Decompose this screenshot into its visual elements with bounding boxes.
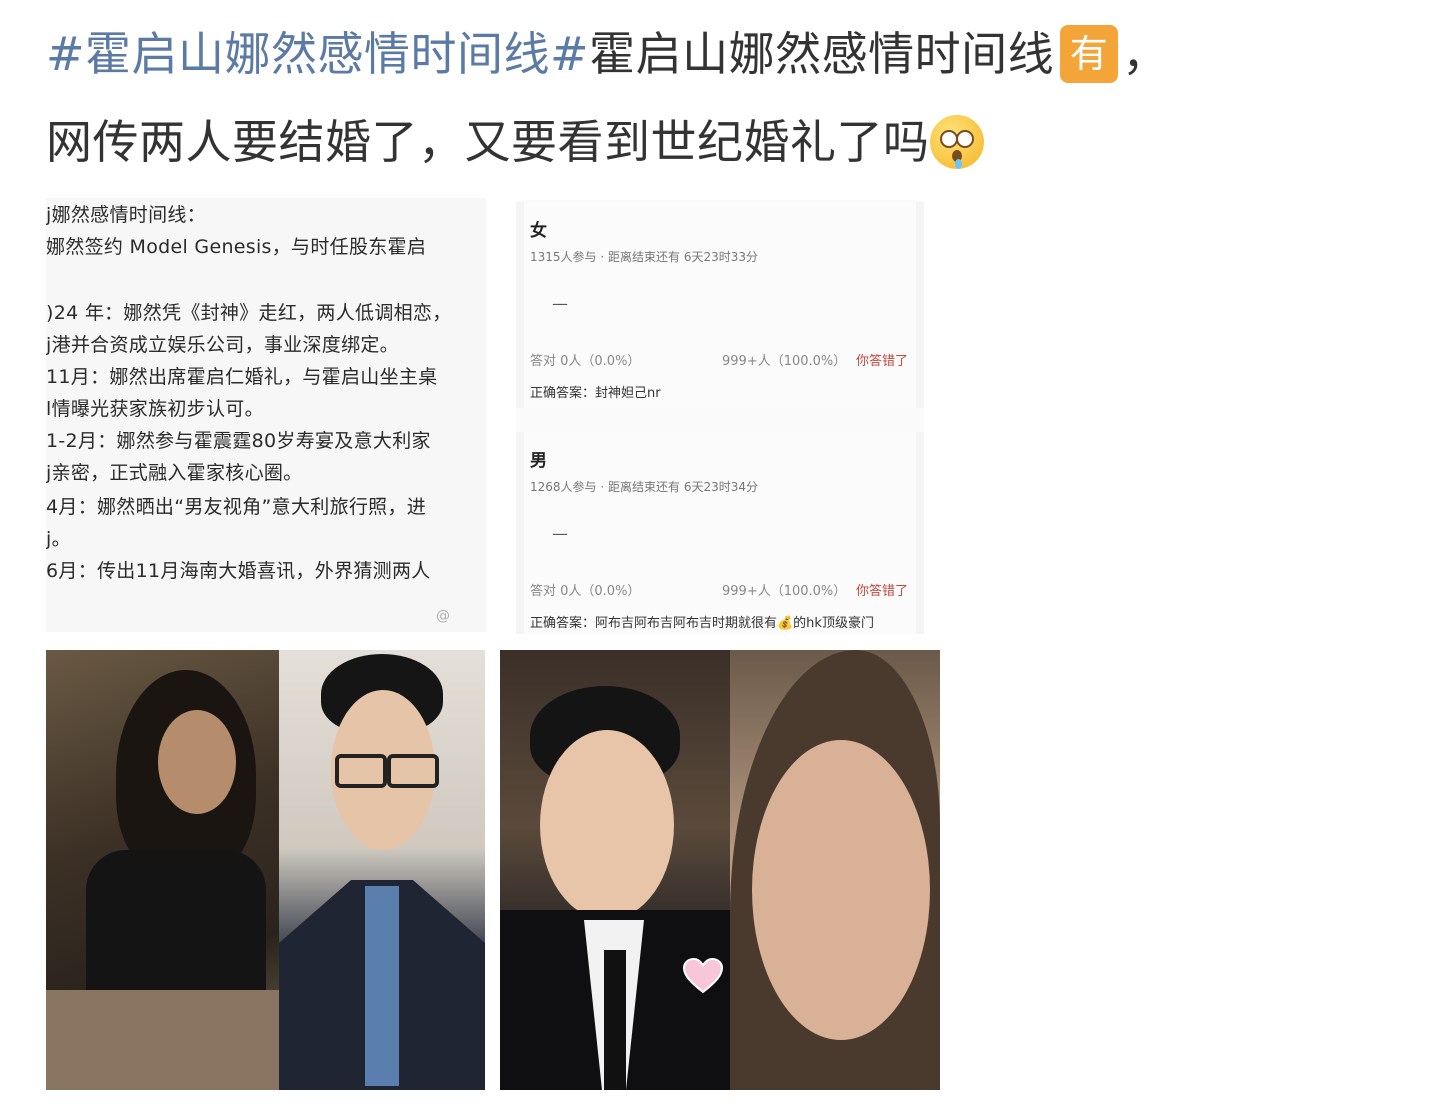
flushed-tear-emoji-icon [929,114,984,169]
poll-correct-answer: 正确答案：阿布吉阿布吉阿布吉时期就很有💰的hk顶级豪门 [530,616,874,631]
poll-correct-answer: 正确答案：封神妲己nr [530,386,661,401]
poll-dash: — [552,294,568,313]
timeline-screenshot-image[interactable]: j娜然感情时间线： 娜然签约 Model Genesis，与时任股东霍启 )24… [46,198,486,632]
timeline-line: 1-2月：娜然参与霍震霆80岁寿宴及意大利家 [46,430,431,452]
watermark: @ [436,608,450,624]
poll-card: 男 1268人参与 · 距离结束还有 6天23时34分 — 答对 0人（0.0%… [516,432,924,634]
post-line2: 网传两人要结婚了，又要看到世纪婚礼了吗 [46,115,930,169]
you-badge-icon: 有 [1060,24,1119,83]
poll-total: 999+人（100.0%） [722,354,847,369]
timeline-line: j。 [46,528,71,550]
timeline-line: 4月：娜然晒出“男友视角”意大利旅行照，进 [46,496,427,518]
photo-woman-black-dress[interactable] [46,650,279,1090]
timeline-line: 娜然签约 Model Genesis，与时任股东霍启 [46,236,427,258]
photo-man-suit[interactable] [500,650,730,1090]
poll-wrong-label: 你答错了 [856,354,909,369]
post-line1-tail: 霍启山娜然感情时间线 [589,27,1055,81]
post-comma: ， [1122,27,1169,81]
poll-title: 女 [530,221,547,241]
poll-title: 男 [530,451,547,471]
timeline-line: )24 年：娜然凭《封神》走红，两人低调相恋， [46,302,452,324]
poll-total: 999+人（100.0%） [722,584,847,599]
poll-meta: 1315人参与 · 距离结束还有 6天23时33分 [530,250,758,264]
polls-screenshot-image[interactable]: 女 1315人参与 · 距离结束还有 6天23时33分 — 答对 0人（0.0%… [516,200,924,634]
timeline-line: j娜然感情时间线： [46,204,206,226]
poll-meta: 1268人参与 · 距离结束还有 6天23时34分 [530,480,758,494]
poll-correct-count: 答对 0人（0.0%） [530,584,641,599]
poll-wrong-label: 你答错了 [856,584,909,599]
timeline-line: l情曝光获家族初步认可。 [46,398,264,420]
timeline-line: j港并合资成立娱乐公司，事业深度绑定。 [46,334,399,356]
poll-card: 女 1315人参与 · 距离结束还有 6天23时33分 — 答对 0人（0.0%… [516,202,924,408]
hashtag-link[interactable]: #霍启山娜然感情时间线# [46,27,589,81]
timeline-line: 6月：传出11月海南大婚喜讯，外界猜测两人 [46,560,431,582]
post-text: #霍启山娜然感情时间线#霍启山娜然感情时间线有， 网传两人要结婚了，又要看到世纪… [46,10,1416,186]
heart-wings-icon [682,957,724,994]
timeline-line: j亲密，正式融入霍家核心圈。 [46,462,303,484]
timeline-line: 11月：娜然出席霍启仁婚礼，与霍启山坐主桌 [46,366,438,388]
poll-correct-count: 答对 0人（0.0%） [530,354,641,369]
photo-woman-portrait[interactable] [730,650,940,1090]
poll-dash: — [552,524,568,543]
photo-man-glasses[interactable] [279,650,485,1090]
